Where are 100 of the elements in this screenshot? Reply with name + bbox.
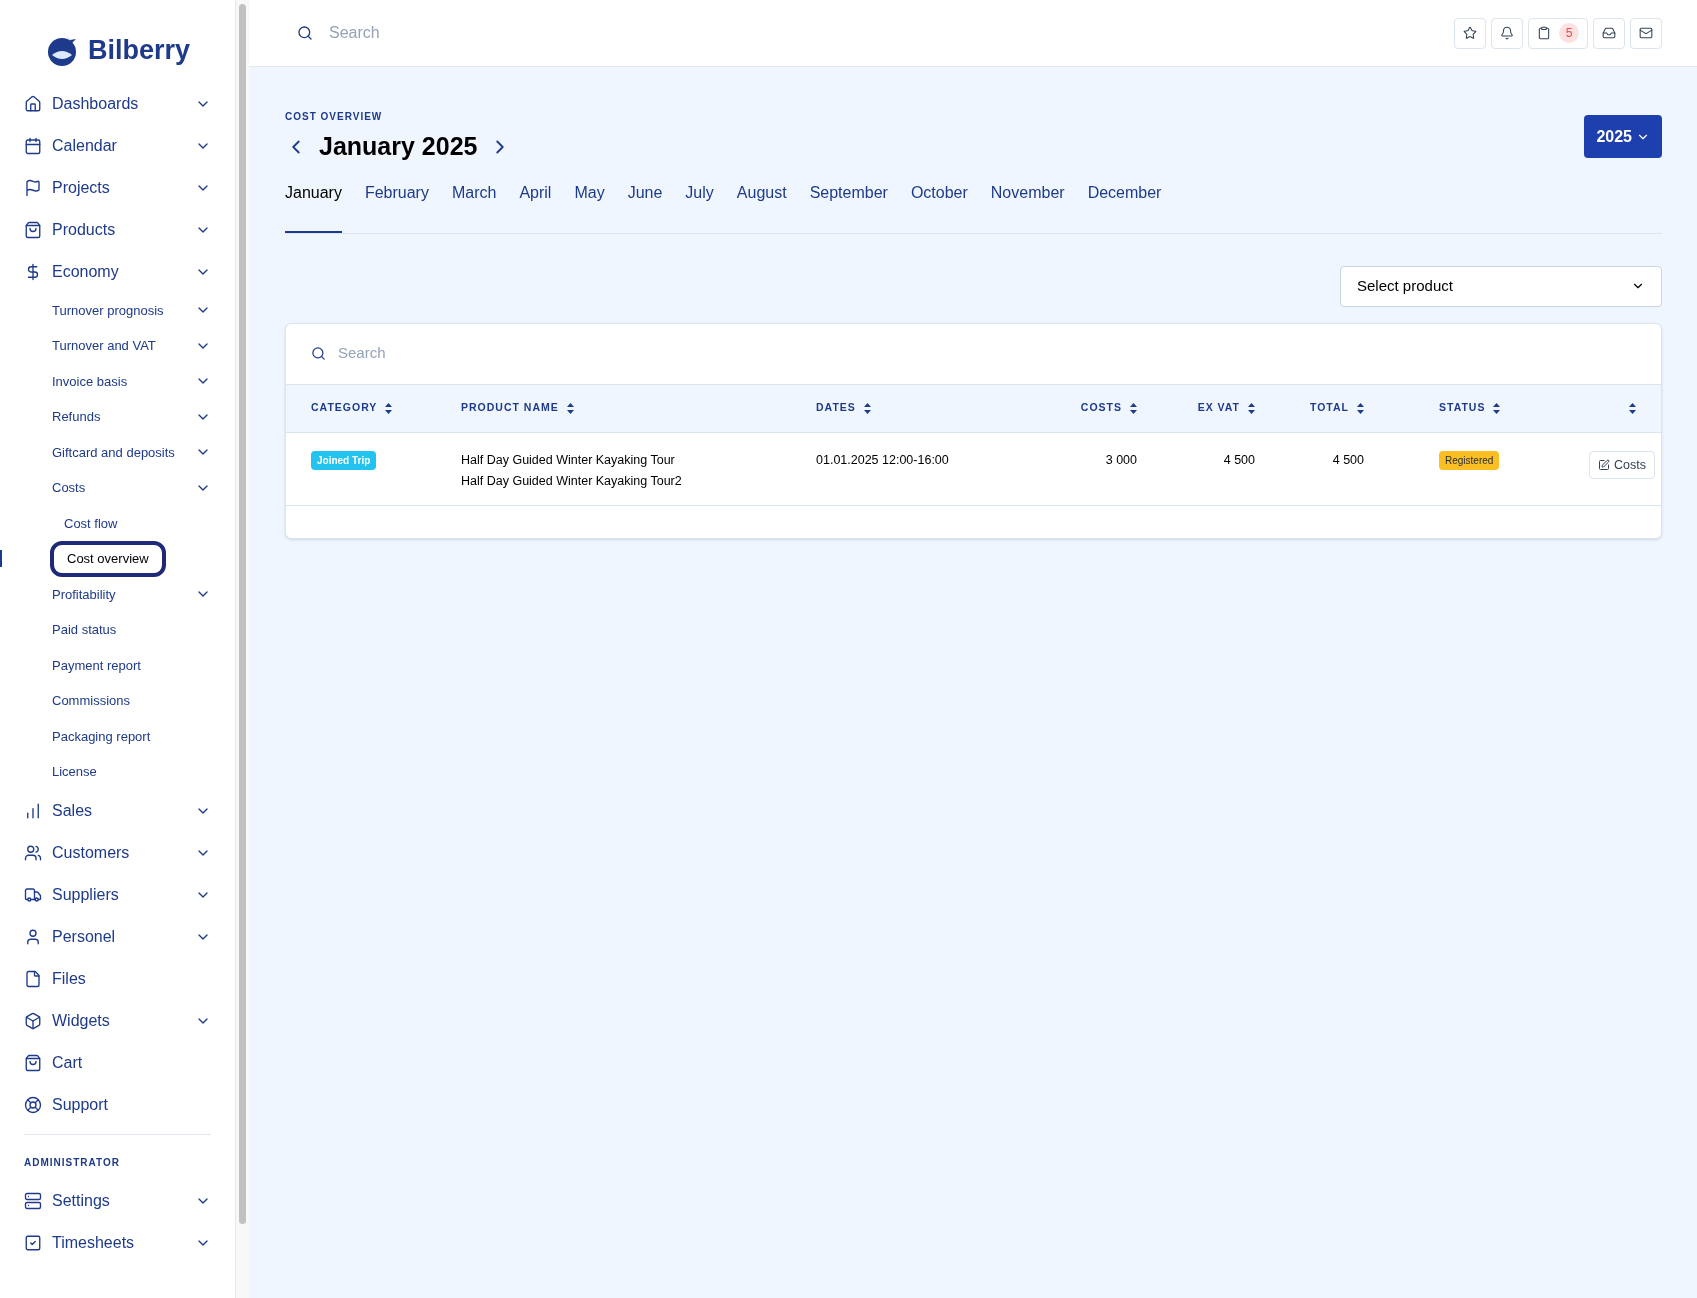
calendar-icon — [24, 136, 42, 155]
sidebar-subitem[interactable]: Turnover and VAT — [0, 328, 235, 364]
sort-icon[interactable] — [1629, 402, 1636, 414]
table-cell: 4 500 — [1223, 452, 1255, 467]
section-label: ADMINISTRATOR — [23, 1155, 121, 1170]
sidebar-item[interactable]: Sales — [0, 789, 235, 832]
column-header[interactable]: PRODUCT NAME — [461, 400, 559, 416]
sort-icon[interactable] — [566, 402, 574, 414]
month-tab[interactable]: January — [285, 180, 342, 233]
sidebar-item[interactable]: Settings — [0, 1179, 235, 1222]
search-icon — [311, 346, 326, 361]
toolbar-button[interactable] — [1630, 17, 1662, 49]
sidebar-subitem[interactable]: Refunds — [0, 399, 235, 435]
sidebar-item[interactable]: Suppliers — [0, 873, 235, 916]
month-tab[interactable]: May — [574, 180, 605, 233]
month-tab[interactable]: August — [736, 180, 787, 233]
server-icon — [24, 1191, 42, 1210]
month-tab[interactable]: December — [1087, 180, 1162, 233]
table-cell: 4 500 — [1332, 452, 1364, 467]
sidebar-subitem[interactable]: Payment report — [0, 647, 235, 683]
sidebar-subitem[interactable]: Paid status — [0, 612, 235, 648]
search-icon — [297, 25, 313, 41]
checkbox-icon — [24, 1233, 42, 1252]
table-cell-text: Half Day Guided Winter Kayaking Tour — [461, 451, 676, 469]
bag-icon — [24, 1053, 42, 1072]
scrollbar-thumb[interactable] — [239, 4, 246, 1224]
sidebar-subitem[interactable]: Commissions — [0, 683, 235, 719]
active-indicator — [0, 550, 2, 567]
sidebar-item[interactable]: Dashboards — [0, 82, 235, 125]
user-icon — [24, 927, 42, 946]
costs-button[interactable]: Costs — [1589, 450, 1655, 480]
table-cell: 01.01.2025 12:00-16:00 — [816, 452, 949, 467]
sidebar-item[interactable]: Economy — [0, 250, 235, 293]
sidebar-item[interactable]: Projects — [0, 166, 235, 209]
month-tab[interactable]: July — [685, 180, 714, 233]
table-cell: 3 000 — [1105, 452, 1137, 467]
sidebar-item[interactable]: Files — [0, 957, 235, 1000]
month-tab[interactable]: November — [990, 180, 1065, 233]
sidebar-item[interactable]: Calendar — [0, 124, 235, 167]
table-search-field[interactable]: Search — [338, 342, 738, 365]
sidebar-subitem[interactable]: Invoice basis — [0, 363, 235, 399]
flag-icon — [24, 178, 42, 197]
sidebar-item[interactable]: Support — [0, 1083, 235, 1126]
sort-icon[interactable] — [385, 402, 393, 414]
star-icon — [1463, 26, 1477, 40]
sort-icon[interactable] — [1130, 402, 1137, 414]
sort-icon[interactable] — [1248, 402, 1255, 414]
clipboard-icon — [1537, 26, 1551, 40]
sidebar-item[interactable]: Widgets — [0, 999, 235, 1042]
logo-text: Bilberry — [88, 34, 191, 67]
bar-chart-icon — [24, 801, 42, 820]
sidebar-item[interactable]: Cart — [0, 1041, 235, 1084]
table-cell-text: Half Day Guided Winter Kayaking Tour2 — [461, 473, 683, 491]
year-dropdown[interactable]: 2025 — [1584, 115, 1662, 158]
page-title: January 2025 — [319, 131, 478, 162]
sidebar-subitem[interactable]: Giftcard and deposits — [0, 434, 235, 470]
sidebar-subitem[interactable]: Cost flow — [50, 509, 132, 537]
column-header[interactable]: EX VAT — [1197, 400, 1240, 416]
sidebar-subitem[interactable]: License — [0, 754, 235, 790]
sidebar-item[interactable]: Products — [0, 208, 235, 251]
sidebar-subitem[interactable]: Profitability — [0, 576, 235, 612]
column-header[interactable]: CATEGORY — [311, 400, 378, 416]
month-tab[interactable]: June — [627, 180, 663, 233]
column-header[interactable]: COSTS — [1080, 400, 1122, 416]
search-field[interactable]: Search — [329, 21, 629, 45]
cube-icon — [24, 1011, 42, 1030]
sidebar-subitem[interactable]: Packaging report — [0, 718, 235, 754]
sort-icon[interactable] — [863, 402, 871, 414]
house-icon — [24, 94, 42, 113]
sidebar-subitem[interactable]: Costs — [0, 470, 235, 506]
toolbar-button[interactable] — [1454, 17, 1486, 49]
sort-icon[interactable] — [1357, 402, 1364, 414]
users-icon — [24, 843, 42, 862]
month-tab[interactable]: April — [519, 180, 552, 233]
sort-icon[interactable] — [1493, 402, 1501, 414]
month-tab[interactable]: March — [451, 180, 497, 233]
column-header[interactable]: TOTAL — [1309, 400, 1349, 416]
count-badge: 5 — [1559, 23, 1579, 43]
column-header[interactable]: DATES — [816, 400, 856, 416]
sidebar-item[interactable]: Customers — [0, 831, 235, 874]
month-tab[interactable]: February — [364, 180, 429, 233]
sidebar-subitem[interactable]: Cost overview — [50, 541, 166, 577]
month-tab[interactable]: September — [809, 180, 888, 233]
bag-icon — [24, 220, 42, 239]
status-tag: Registered — [1439, 450, 1500, 470]
month-tab[interactable]: October — [910, 180, 968, 233]
category-tag: Joined Trip — [311, 450, 377, 470]
truck-icon — [24, 885, 42, 904]
mail-icon — [1639, 26, 1653, 40]
sidebar-item[interactable]: Personel — [0, 915, 235, 958]
toolbar-button[interactable] — [1491, 17, 1523, 49]
edit-icon — [1598, 458, 1610, 471]
sidebar-subitem[interactable]: Turnover prognosis — [0, 292, 235, 328]
product-select[interactable]: Select product — [1340, 265, 1662, 307]
sidebar-item[interactable]: Timesheets — [0, 1221, 235, 1264]
page-eyebrow: COST OVERVIEW — [285, 110, 384, 124]
toolbar-button[interactable] — [1593, 17, 1625, 49]
lifebuoy-icon — [24, 1095, 42, 1114]
inbox-icon — [1602, 26, 1616, 40]
column-header[interactable]: STATUS — [1439, 400, 1486, 416]
